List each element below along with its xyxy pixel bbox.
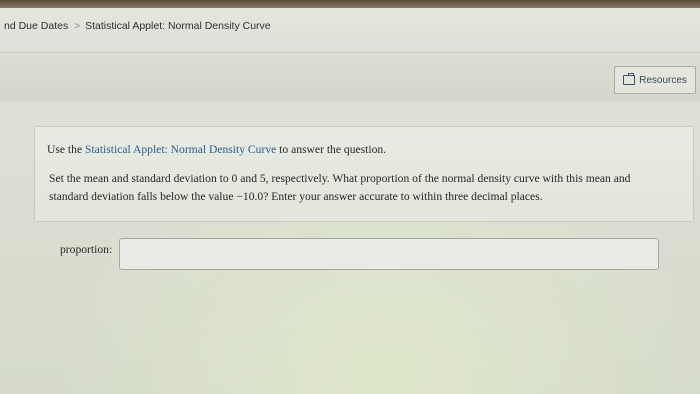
breadcrumb-item-current: Statistical Applet: Normal Density Curve bbox=[85, 20, 271, 32]
resources-strip bbox=[0, 53, 700, 101]
question-text-line1: Set the mean and standard deviation to 0… bbox=[49, 172, 631, 185]
book-icon bbox=[623, 73, 636, 85]
breadcrumb-item-due-dates[interactable]: nd Due Dates bbox=[4, 20, 68, 32]
breadcrumb-bar: nd Due Dates > Statistical Applet: Norma… bbox=[0, 8, 700, 53]
intro-prefix: Use the bbox=[47, 143, 85, 156]
resources-button[interactable]: Resources bbox=[614, 66, 696, 94]
applet-link[interactable]: Statistical Applet: Normal Density Curve bbox=[85, 143, 276, 156]
breadcrumb: nd Due Dates > Statistical Applet: Norma… bbox=[4, 20, 271, 32]
breadcrumb-separator-icon: > bbox=[74, 20, 81, 32]
resources-label: Resources bbox=[639, 74, 687, 86]
top-bezel bbox=[0, 0, 700, 8]
proportion-input[interactable] bbox=[119, 238, 659, 270]
question-intro: Use the Statistical Applet: Normal Densi… bbox=[47, 143, 386, 156]
proportion-label: proportion: bbox=[60, 243, 113, 256]
intro-suffix: to answer the question. bbox=[276, 143, 387, 156]
question-text-line2: standard deviation falls below the value… bbox=[49, 190, 543, 203]
